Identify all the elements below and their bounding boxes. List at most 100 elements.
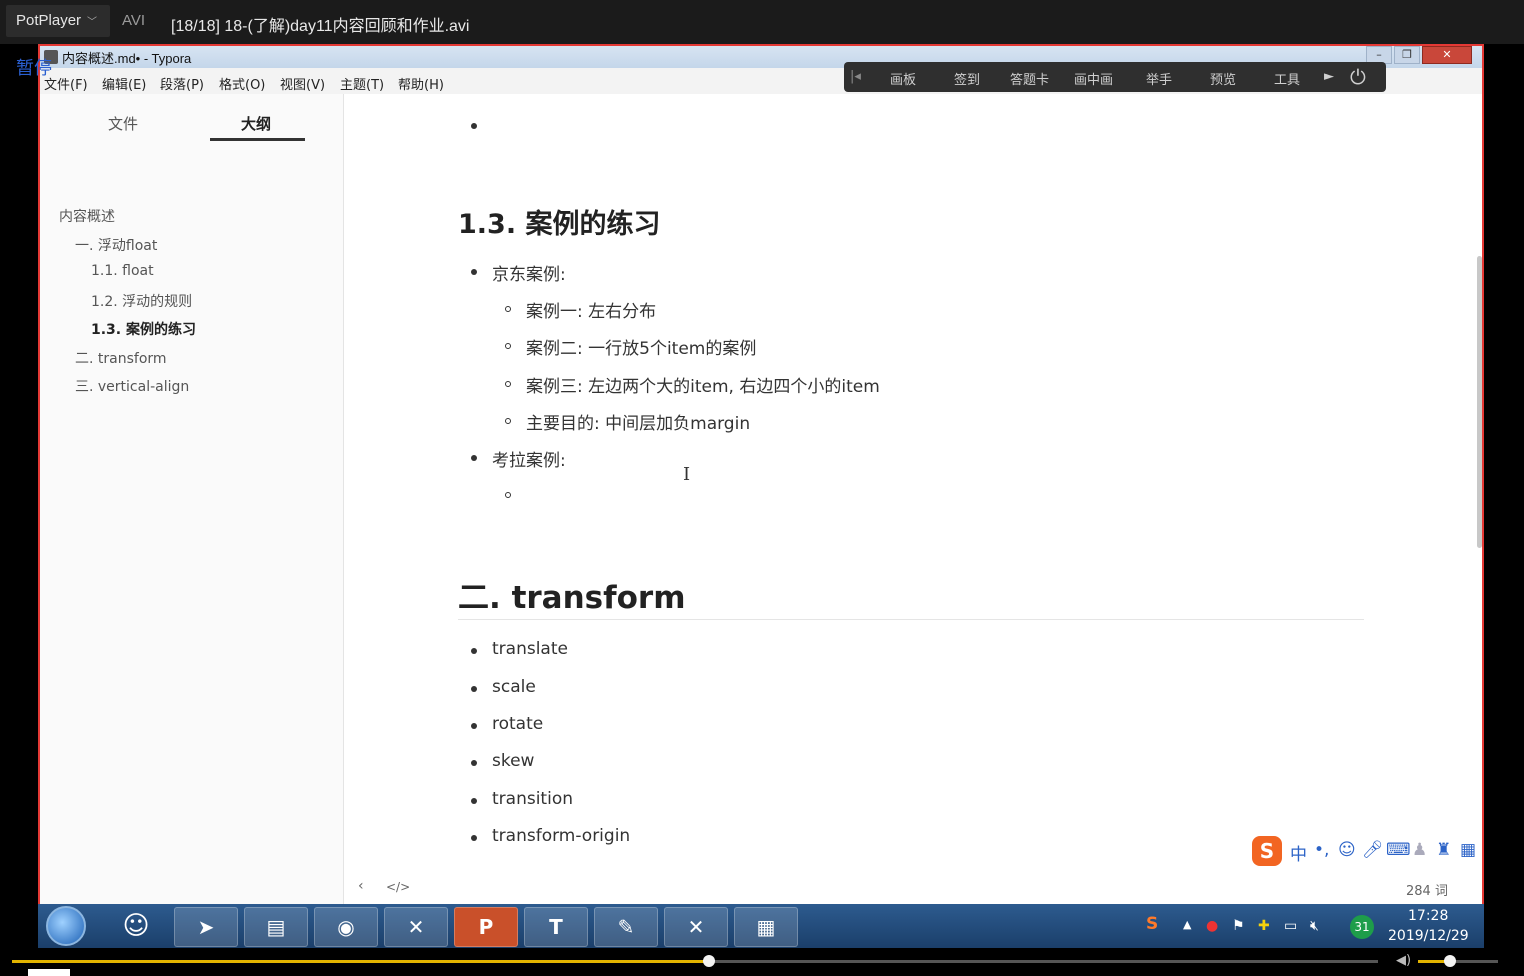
notepad-icon[interactable]: ✎ (594, 907, 658, 947)
outline-item[interactable]: 1.2. 浮动的规则 (91, 291, 192, 311)
bullet-dot (471, 723, 477, 729)
list-item-kaola: 考拉案例: (492, 451, 566, 471)
sogou-tray-icon[interactable]: S (1146, 914, 1158, 934)
close-button[interactable]: ✕ (1422, 46, 1472, 64)
bullet-dot (471, 760, 477, 766)
outline-item[interactable]: 1.1. float (91, 263, 154, 279)
chrome-icon[interactable]: ◉ (314, 907, 378, 947)
file-explorer-icon[interactable]: ▤ (244, 907, 308, 947)
calendar-badge[interactable]: 31 (1350, 915, 1374, 939)
list-item: 案例一: 左右分布 (526, 302, 657, 322)
bullet-dot (471, 123, 477, 129)
ime-punctuation-icon[interactable]: •, (1314, 840, 1329, 860)
ime-grid-icon[interactable]: ▦ (1460, 840, 1476, 860)
ime-keyboard-icon[interactable]: ⌨ (1386, 840, 1411, 860)
menu-help[interactable]: 帮助(H) (398, 74, 444, 93)
tab-files[interactable]: 文件 (108, 113, 138, 134)
volume-icon[interactable]: ◀) (1396, 953, 1411, 968)
list-item: translate (492, 639, 568, 659)
bullet-circle (505, 418, 511, 424)
power-icon[interactable]: ⏻ (1350, 65, 1366, 89)
toolbar-collapse-icon[interactable]: |◂ (850, 69, 861, 84)
seek-bar-progress (12, 960, 709, 963)
show-hidden-icons[interactable]: ▲ (1183, 918, 1191, 931)
active-tab-indicator (210, 138, 305, 141)
list-item: 主要目的: 中间层加负margin (526, 414, 751, 434)
toolbar-tools[interactable]: 工具 (1274, 69, 1300, 88)
outline-item[interactable]: 内容概述 (59, 206, 115, 226)
app-arrow-icon[interactable]: ➤ (174, 907, 238, 947)
ime-skin-icon[interactable]: ♜ (1436, 840, 1451, 860)
calculator-icon[interactable]: ▦ (734, 907, 798, 947)
sogou-logo-icon[interactable]: S (1252, 836, 1282, 866)
toolbar-answer-card[interactable]: 答题卡 (1010, 69, 1049, 88)
bullet-dot (471, 648, 477, 654)
tab-outline[interactable]: 大纲 (241, 113, 271, 134)
text-cursor-icon: I (683, 464, 691, 485)
start-button[interactable] (46, 906, 86, 946)
bullet-dot (471, 269, 477, 275)
outline-item-active[interactable]: 1.3. 案例的练习 (91, 319, 196, 339)
menu-edit[interactable]: 编辑(E) (102, 74, 146, 93)
volume-muted-icon[interactable]: 🔇︎ (1310, 918, 1319, 934)
menu-view[interactable]: 视图(V) (280, 74, 325, 93)
clock-time[interactable]: 17:28 (1408, 908, 1448, 924)
seek-handle[interactable] (703, 955, 715, 967)
bullet-circle (505, 306, 511, 312)
clock-date[interactable]: 2019/12/29 (1388, 928, 1469, 944)
bullet-dot (471, 798, 477, 804)
vertical-scrollbar[interactable] (1477, 256, 1482, 548)
ime-chinese-icon[interactable]: 中 (1290, 840, 1307, 865)
toolbar-signin[interactable]: 签到 (954, 69, 980, 88)
player-file-title: [18/18] 18-(了解)day11内容回顾和作业.avi (171, 18, 470, 35)
heading-transform: 二. transform (458, 580, 686, 616)
record-icon[interactable]: ● (1206, 918, 1218, 934)
toolbar-preview[interactable]: 预览 (1210, 69, 1236, 88)
word-count[interactable]: 284 词 (1406, 880, 1448, 899)
vscode-icon[interactable]: ✕ (664, 907, 728, 947)
list-item: transition (492, 789, 573, 809)
chevron-down-icon: ﹀ (87, 17, 98, 28)
outline-item[interactable]: 二. transform (75, 348, 167, 368)
toolbar-whiteboard[interactable]: 画板 (890, 69, 916, 88)
window-title: 内容概述.md• - Typora (62, 51, 192, 66)
player-title-bar: PotPlayer ﹀ AVI [18/18] 18-(了解)day11内容回顾和… (0, 0, 1524, 44)
list-item: transform-origin (492, 826, 631, 846)
sidebar: 文件 大纲 内容概述 一. 浮动float 1.1. float 1.2. 浮动… (40, 94, 344, 904)
ime-emoji-icon[interactable]: ☺ (1338, 840, 1356, 860)
menu-paragraph[interactable]: 段落(P) (160, 74, 204, 93)
outline-item[interactable]: 一. 浮动float (75, 235, 157, 255)
powerpoint-icon[interactable]: P (454, 907, 518, 947)
list-item-jd: 京东案例: (492, 265, 566, 285)
toggle-sidebar-icon[interactable]: ‹ (358, 878, 364, 894)
ime-voice-icon[interactable]: 🎤︎ (1362, 840, 1384, 860)
list-item: skew (492, 751, 535, 771)
volume-handle[interactable] (1444, 955, 1456, 967)
security-icon[interactable]: ✚ (1258, 918, 1270, 934)
player-menu-button[interactable]: PotPlayer ﹀ (6, 5, 110, 37)
menu-theme[interactable]: 主题(T) (340, 74, 384, 93)
maximize-button[interactable]: ❐ (1394, 46, 1420, 64)
source-mode-icon[interactable]: </> (386, 880, 410, 894)
heading-divider (458, 619, 1364, 620)
outline-item[interactable]: 三. vertical-align (75, 376, 189, 396)
toolbar-arrow-icon[interactable]: ► (1324, 69, 1334, 84)
avatar-app-icon[interactable]: ☺ (104, 907, 168, 947)
bullet-dot (471, 686, 477, 692)
player-format-label: AVI (122, 12, 146, 29)
toolbar-raise-hand[interactable]: 举手 (1146, 69, 1172, 88)
list-item: scale (492, 677, 536, 697)
list-item: rotate (492, 714, 544, 734)
bullet-circle (505, 343, 511, 349)
list-item: 案例二: 一行放5个item的案例 (526, 339, 757, 359)
ime-user-icon[interactable]: ♟ (1412, 840, 1427, 860)
menu-format[interactable]: 格式(O) (219, 74, 265, 93)
network-icon[interactable]: ▭ (1284, 918, 1297, 934)
typora-window: 内容概述.md• - Typora – ❐ ✕ 文件(F) 编辑(E) 段落(P… (38, 44, 1484, 906)
status-tag (28, 969, 70, 976)
toolbar-pip[interactable]: 画中画 (1074, 69, 1113, 88)
action-center-icon[interactable]: ⚑ (1232, 918, 1245, 934)
vscode-icon[interactable]: ✕ (384, 907, 448, 947)
typora-icon[interactable]: T (524, 907, 588, 947)
bullet-circle (505, 381, 511, 387)
